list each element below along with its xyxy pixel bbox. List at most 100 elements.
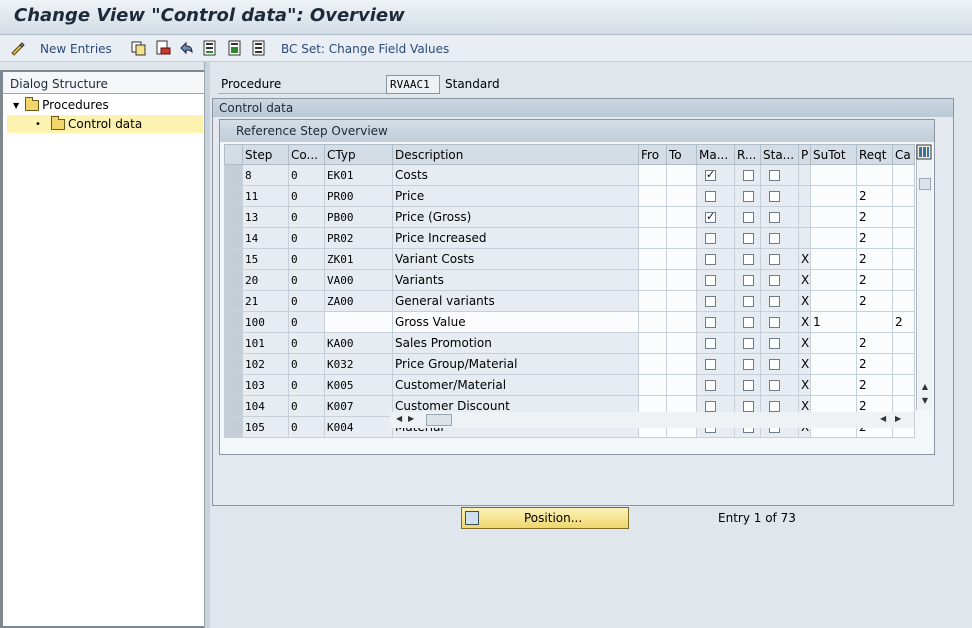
print-cell[interactable]: X <box>798 311 811 333</box>
subtotal-cell[interactable]: 1 <box>810 311 857 333</box>
requirement-cell[interactable]: 2 <box>856 269 893 291</box>
checkbox[interactable] <box>743 233 754 244</box>
checkbox[interactable] <box>743 380 754 391</box>
checkbox[interactable] <box>743 191 754 202</box>
checkbox[interactable] <box>743 170 754 181</box>
print-cell[interactable]: X <box>798 248 811 270</box>
column-header[interactable]: P <box>798 144 811 165</box>
row-selector[interactable] <box>224 290 243 312</box>
row-selector[interactable] <box>224 206 243 228</box>
counter-cell[interactable]: 0 <box>288 395 325 417</box>
condition-type-cell[interactable]: K007 <box>324 395 393 417</box>
requirement-cell[interactable]: 2 <box>856 185 893 207</box>
table-row[interactable]: 100 0 Gross Value X 1 2 <box>224 311 915 333</box>
checkbox[interactable] <box>743 296 754 307</box>
description-cell[interactable]: Price Group/Material <box>392 353 639 375</box>
condition-type-cell[interactable]: K004 <box>324 416 393 438</box>
description-cell[interactable]: Variants <box>392 269 639 291</box>
from-cell[interactable] <box>638 374 667 396</box>
checkbox[interactable] <box>705 191 716 202</box>
calc-type-cell[interactable] <box>892 269 915 291</box>
page-up-icon[interactable]: ▲ <box>919 382 931 394</box>
checkbox[interactable] <box>705 168 716 181</box>
to-cell[interactable] <box>666 164 697 186</box>
row-selector[interactable] <box>224 353 243 375</box>
subtotal-cell[interactable] <box>810 206 857 228</box>
column-header[interactable]: Fro <box>638 144 667 165</box>
checkbox[interactable] <box>743 317 754 328</box>
condition-type-cell[interactable]: PB00 <box>324 206 393 228</box>
step-cell[interactable]: 21 <box>242 290 289 312</box>
column-header[interactable]: Ca <box>892 144 915 165</box>
checkbox[interactable] <box>769 317 780 328</box>
description-cell[interactable]: Gross Value <box>392 311 639 333</box>
counter-cell[interactable]: 0 <box>288 206 325 228</box>
to-cell[interactable] <box>666 374 697 396</box>
subtotal-cell[interactable] <box>810 290 857 312</box>
to-cell[interactable] <box>666 311 697 333</box>
from-cell[interactable] <box>638 269 667 291</box>
calc-type-cell[interactable]: 2 <box>892 311 915 333</box>
from-cell[interactable] <box>638 290 667 312</box>
checkbox[interactable] <box>705 317 716 328</box>
to-cell[interactable] <box>666 248 697 270</box>
bc-set-change-field-values-button[interactable]: BC Set: Change Field Values <box>281 40 449 58</box>
scroll-right-icon[interactable]: ▶ <box>408 414 414 423</box>
column-header[interactable]: R... <box>734 144 761 165</box>
column-header[interactable]: Step <box>242 144 289 165</box>
checkbox[interactable] <box>769 233 780 244</box>
checkbox[interactable] <box>769 338 780 349</box>
tree-item-control-data[interactable]: • Control data <box>7 115 203 133</box>
table-row[interactable]: 20 0 VA00 Variants X 2 <box>224 269 915 291</box>
condition-type-cell[interactable]: PR02 <box>324 227 393 249</box>
print-cell[interactable] <box>798 206 811 228</box>
column-header[interactable]: Description <box>392 144 639 165</box>
print-cell[interactable]: X <box>798 269 811 291</box>
checkbox[interactable] <box>705 401 716 412</box>
condition-type-cell[interactable]: ZK01 <box>324 248 393 270</box>
checkbox[interactable] <box>705 275 716 286</box>
counter-cell[interactable]: 0 <box>288 311 325 333</box>
requirement-cell[interactable]: 2 <box>856 248 893 270</box>
calc-type-cell[interactable] <box>892 248 915 270</box>
description-cell[interactable]: Costs <box>392 164 639 186</box>
description-cell[interactable]: Customer/Material <box>392 374 639 396</box>
from-cell[interactable] <box>638 311 667 333</box>
tree-item-procedures[interactable]: ▼ Procedures <box>13 96 109 112</box>
row-selector[interactable] <box>224 164 243 186</box>
table-row[interactable]: 102 0 K032 Price Group/Material X 2 <box>224 353 915 375</box>
position-button[interactable]: Position... <box>461 507 629 529</box>
calc-type-cell[interactable] <box>892 290 915 312</box>
print-cell[interactable]: X <box>798 353 811 375</box>
checkbox[interactable] <box>743 401 754 412</box>
to-cell[interactable] <box>666 332 697 354</box>
checkbox[interactable] <box>769 296 780 307</box>
from-cell[interactable] <box>638 227 667 249</box>
step-cell[interactable]: 11 <box>242 185 289 207</box>
from-cell[interactable] <box>638 164 667 186</box>
row-selector[interactable] <box>224 185 243 207</box>
print-cell[interactable]: X <box>798 374 811 396</box>
requirement-cell[interactable] <box>856 311 893 333</box>
calc-type-cell[interactable] <box>892 164 915 186</box>
undo-icon[interactable] <box>178 40 194 56</box>
step-cell[interactable]: 14 <box>242 227 289 249</box>
column-header[interactable]: CTyp <box>324 144 393 165</box>
checkbox[interactable] <box>705 210 716 223</box>
checkbox[interactable] <box>769 275 780 286</box>
subtotal-cell[interactable] <box>810 185 857 207</box>
table-row[interactable]: 103 0 K005 Customer/Material X 2 <box>224 374 915 396</box>
delete-icon[interactable] <box>155 40 171 56</box>
step-cell[interactable]: 105 <box>242 416 289 438</box>
from-cell[interactable] <box>638 353 667 375</box>
subtotal-cell[interactable] <box>810 332 857 354</box>
table-row[interactable]: 11 0 PR00 Price 2 <box>224 185 915 207</box>
to-cell[interactable] <box>666 269 697 291</box>
row-selector[interactable] <box>224 269 243 291</box>
row-selector[interactable] <box>224 395 243 417</box>
checkbox[interactable] <box>705 296 716 307</box>
scroll-thumb[interactable] <box>919 178 931 190</box>
requirement-cell[interactable]: 2 <box>856 206 893 228</box>
checkbox[interactable] <box>705 338 716 349</box>
counter-cell[interactable]: 0 <box>288 353 325 375</box>
